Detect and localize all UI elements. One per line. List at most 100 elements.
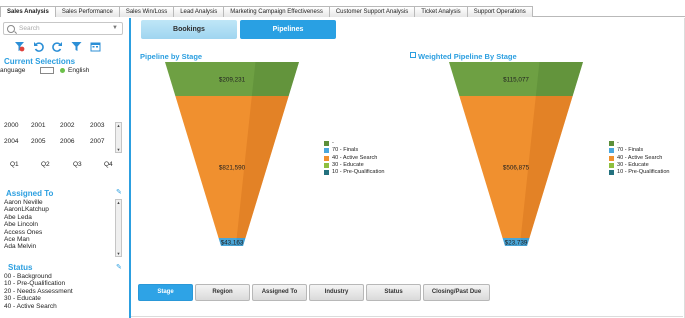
chart-menu-icon[interactable]: [410, 52, 416, 58]
region-button[interactable]: Region: [195, 284, 250, 301]
status-title: Status: [8, 263, 33, 272]
legend-label: 10 - Pre-Qualification: [332, 169, 385, 176]
chart-legend: -70 - Finals 40 - Active Search 30 - Educa…: [609, 140, 670, 176]
stage-button[interactable]: Stage: [138, 284, 193, 301]
list-item[interactable]: Ace Man: [4, 236, 49, 243]
legend-item[interactable]: 10 - Pre-Qualification: [609, 169, 670, 176]
year-item[interactable]: 2002: [60, 122, 74, 129]
legend-item[interactable]: 40 - Active Search: [324, 155, 385, 162]
legend-label: 30 - Educate: [617, 161, 649, 168]
list-item[interactable]: Aaron Neville: [4, 199, 49, 206]
dimension-button-row: Stage Region Assigned To Industry Status…: [138, 284, 491, 301]
year-item[interactable]: 2006: [60, 138, 74, 145]
quarter-item[interactable]: Q2: [41, 161, 50, 168]
legend-swatch: [609, 141, 614, 147]
tab-marketing-campaign[interactable]: Marketing Campaign Effectiveness: [223, 6, 330, 17]
list-item[interactable]: Ada Melvin: [4, 243, 49, 250]
legend-item[interactable]: 30 - Educate: [324, 162, 385, 169]
bottom-border: [131, 316, 683, 317]
legend-swatch: [324, 148, 329, 154]
tab-customer-support[interactable]: Customer Support Analysis: [328, 6, 416, 17]
selection-toolbar: [14, 41, 101, 52]
year-scrollbar[interactable]: ▲ ▼: [115, 122, 122, 153]
list-item[interactable]: AaronLKatchup: [4, 206, 49, 213]
tab-sales-analysis[interactable]: Sales Analysis: [0, 6, 56, 17]
search-input[interactable]: Search ▼: [3, 22, 123, 35]
legend-item[interactable]: 70 - Finals: [609, 147, 670, 154]
tab-sales-win-loss[interactable]: Sales Win/Loss: [118, 6, 175, 17]
tab-ticket-analysis[interactable]: Ticket Analysis: [414, 6, 468, 17]
chart-legend: -70 - Finals 40 - Active Search 30 - Educa…: [324, 140, 385, 176]
list-item[interactable]: Abe Leda: [4, 214, 49, 221]
forward-icon[interactable]: [52, 41, 63, 52]
list-item[interactable]: Abe Lincoln: [4, 221, 49, 228]
scroll-down-icon[interactable]: ▼: [116, 147, 121, 152]
legend-item[interactable]: 10 - Pre-Qualification: [324, 169, 385, 176]
tab-support-operations[interactable]: Support Operations: [466, 6, 533, 17]
legend-label: -: [617, 140, 619, 146]
year-item[interactable]: 2001: [31, 122, 45, 129]
pencil-icon[interactable]: ✎: [116, 263, 122, 271]
selection-picker-icon[interactable]: [40, 67, 54, 74]
list-item[interactable]: 00 - Background: [4, 273, 73, 280]
tab-pipelines[interactable]: Pipelines: [240, 20, 336, 39]
legend-item[interactable]: -: [609, 140, 670, 147]
tab-sales-performance[interactable]: Sales Performance: [54, 6, 120, 17]
legend-label: 10 - Pre-Qualification: [617, 169, 670, 176]
assigned-to-button[interactable]: Assigned To: [252, 284, 307, 301]
list-item[interactable]: 40 - Active Search: [4, 303, 73, 310]
legend-swatch: [324, 155, 329, 161]
quarter-item[interactable]: Q3: [73, 161, 82, 168]
status-button[interactable]: Status: [366, 284, 421, 301]
back-icon[interactable]: [33, 41, 44, 52]
top-tab-bar: Sales Analysis Sales Performance Sales W…: [0, 6, 685, 17]
current-selections-title: Current Selections: [4, 57, 76, 66]
list-item[interactable]: 20 - Needs Assessment: [4, 288, 73, 295]
legend-swatch: [609, 170, 614, 176]
search-icon: [7, 24, 15, 33]
year-item[interactable]: 2000: [4, 122, 18, 129]
legend-item[interactable]: -: [324, 140, 385, 147]
assigned-to-scrollbar[interactable]: ▲ ▼: [115, 199, 122, 257]
list-item[interactable]: 30 - Educate: [4, 295, 73, 302]
year-item[interactable]: 2004: [4, 138, 18, 145]
funnel-data-label: $23,739: [505, 240, 528, 247]
quarter-item[interactable]: Q4: [104, 161, 113, 168]
tab-lead-analysis[interactable]: Lead Analysis: [173, 6, 225, 17]
year-item[interactable]: 2007: [90, 138, 104, 145]
legend-item[interactable]: 30 - Educate: [609, 162, 670, 169]
closing-past-due-button[interactable]: Closing/Past Due: [423, 284, 490, 301]
legend-label: 40 - Active Search: [617, 154, 663, 161]
chevron-down-icon[interactable]: ▼: [112, 25, 118, 31]
filter-icon[interactable]: [71, 41, 82, 52]
year-item[interactable]: 2003: [90, 122, 104, 129]
legend-label: 70 - Finals: [332, 147, 359, 154]
funnel-chart-weighted: $115,077 $506,875 $23,739: [449, 62, 583, 247]
funnel-segment-shade: [251, 62, 299, 96]
list-item[interactable]: 10 - Pre-Qualification: [4, 280, 73, 287]
assigned-to-list: Aaron Neville AaronLKatchup Abe Leda Abe…: [4, 199, 49, 251]
funnel-data-label: $43,163: [221, 240, 244, 247]
industry-button[interactable]: Industry: [309, 284, 364, 301]
current-selection-row: anguage English: [0, 67, 89, 74]
scroll-up-icon[interactable]: ▲: [116, 200, 121, 205]
quarter-item[interactable]: Q1: [10, 161, 19, 168]
pencil-icon[interactable]: ✎: [116, 188, 122, 196]
calendar-icon[interactable]: [90, 41, 101, 52]
legend-swatch: [609, 148, 614, 154]
tab-bookings[interactable]: Bookings: [141, 20, 237, 39]
legend-item[interactable]: 70 - Finals: [324, 147, 385, 154]
legend-item[interactable]: 40 - Active Search: [609, 155, 670, 162]
clear-selections-icon[interactable]: [14, 41, 25, 52]
scroll-down-icon[interactable]: ▼: [116, 251, 121, 256]
status-list: 00 - Background 10 - Pre-Qualification 2…: [4, 273, 73, 310]
funnel-data-label: $209,231: [219, 77, 246, 84]
funnel-data-label: $821,590: [219, 165, 246, 172]
legend-swatch: [324, 170, 329, 176]
list-item[interactable]: Access Ones: [4, 229, 49, 236]
scroll-up-icon[interactable]: ▲: [116, 123, 121, 128]
funnel-data-label: $115,077: [503, 77, 529, 84]
assigned-to-title: Assigned To: [6, 189, 54, 198]
year-item[interactable]: 2005: [31, 138, 45, 145]
legend-swatch: [324, 141, 329, 147]
